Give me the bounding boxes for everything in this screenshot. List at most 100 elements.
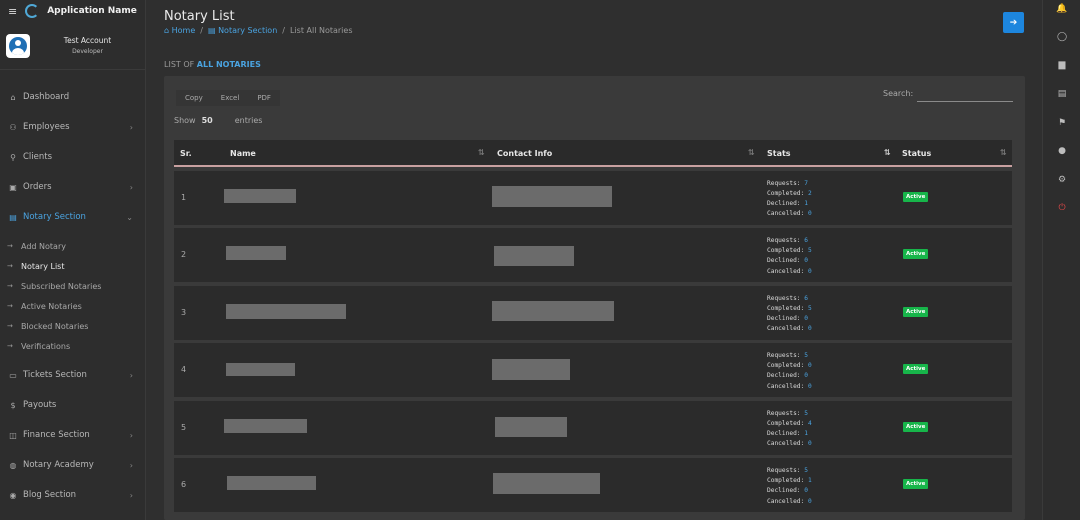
sidebar-subitem-add-notary[interactable]: → Add Notary [0,236,145,256]
sidebar-item-finance-section[interactable]: ◫ Finance Section › [0,420,145,450]
sidebar-item-tickets-section[interactable]: ▭ Tickets Section › [0,360,145,390]
stat-value: 0 [808,325,812,333]
row-stats: Requests: 7 Completed: 2 Declined: 1 Cancel… [767,179,812,220]
app-logo-icon [25,4,40,18]
sidebar-subitem-subscribed-notaries[interactable]: → Subscribed Notaries [0,276,145,296]
redacted-name [226,303,346,319]
chat-icon[interactable]: ▆ [1043,60,1080,70]
sidebar-item-blog-section[interactable]: ◉ Blog Section › [0,480,145,510]
gear-icon[interactable]: ⚙ [1043,175,1080,185]
stat-label: Declined: [767,487,801,495]
breadcrumb-home[interactable]: ⌂ Home [164,26,195,35]
sidebar-item-dashboard[interactable]: ⌂ Dashboard [0,82,145,112]
sidebar-item-employees[interactable]: ⚇ Employees › [0,112,145,142]
sidebar-subitem-notary-list[interactable]: → Notary List [0,256,145,276]
stat-label: Requests: [767,294,801,302]
arrow-right-icon: → [7,342,13,350]
sidebar: ≡ Application Name Test Account Develope… [0,0,146,520]
sidebar-subitem-label: Subscribed Notaries [21,281,102,291]
main-content: Notary List ⌂ Home / ▤ Notary Section / … [147,0,1041,520]
forward-button[interactable]: ➔ [1003,12,1024,33]
table-row[interactable]: 4 Requests: 5 Completed: 0 Declined: 0 Cance… [174,343,1012,397]
redacted-contact [493,473,600,494]
col-contact[interactable]: Contact Info [497,149,552,158]
table-row[interactable]: 2 Requests: 6 Completed: 5 Declined: 0 Cance… [174,228,1012,282]
redacted-contact [494,246,574,266]
pdf-button[interactable]: PDF [248,90,280,106]
search-label: Search: [883,89,914,98]
ticket-icon: ▭ [9,370,17,380]
hamburger-icon[interactable]: ≡ [8,5,17,18]
sort-desc-icon[interactable]: ⇅ [884,148,891,157]
copy-button[interactable]: Copy [176,90,212,106]
table-row[interactable]: 6 Requests: 5 Completed: 1 Declined: 0 Cance… [174,458,1012,512]
stat-label: Cancelled: [767,267,805,275]
row-sr: 3 [181,307,187,317]
sort-icon[interactable]: ⇅ [478,148,485,157]
section-label: LIST OF ALL NOTARIES [164,60,261,69]
sidebar-item-orders[interactable]: ▣ Orders › [0,172,145,202]
document-icon[interactable]: ▤ [1043,89,1080,99]
stat-label: Completed: [767,362,805,370]
home-icon: ⌂ [164,26,170,35]
row-stats: Requests: 5 Completed: 1 Declined: 0 Cancel… [767,466,812,507]
stat-value: 4 [808,419,812,427]
stat-label: Declined: [767,314,801,322]
sidebar-item-payouts[interactable]: $ Payouts [0,390,145,420]
stat-value: 7 [804,179,808,187]
stat-value: 2 [808,189,812,197]
col-sr[interactable]: Sr. [180,149,192,158]
table-row[interactable]: 1 Requests: 7 Completed: 2 Declined: 1 Cance… [174,170,1012,225]
sidebar-item-label: Finance Section [23,430,90,440]
stat-value: 0 [808,497,812,505]
stat-value: 1 [804,199,808,207]
breadcrumb-notary-section[interactable]: ▤ Notary Section [208,26,277,35]
status-badge: Active [903,306,929,317]
whatsapp-icon[interactable]: ◯ [1043,32,1080,42]
avatar [6,33,30,58]
breadcrumb-separator: / [282,26,285,35]
sidebar-subitem-blocked-notaries[interactable]: → Blocked Notaries [0,316,145,336]
redacted-name [224,188,296,203]
account-panel[interactable]: Test Account Developer [0,22,145,70]
col-status[interactable]: Status [902,149,931,158]
stat-value: 5 [808,304,812,312]
stat-label: Declined: [767,372,801,380]
sidebar-item-notary-section[interactable]: ▤ Notary Section ⌄ [0,202,145,232]
clients-icon: ⚲ [10,152,16,162]
stat-label: Completed: [767,247,805,255]
stat-label: Declined: [767,257,801,265]
table-row[interactable]: 5 Requests: 5 Completed: 4 Declined: 1 Cance… [174,400,1012,455]
sidebar-item-notary-academy[interactable]: ◍ Notary Academy › [0,450,145,480]
redacted-name [226,363,295,376]
status-badge: Active [903,364,929,374]
notary-icon: ▤ [207,26,216,35]
chevron-down-icon: ⌄ [126,212,133,222]
flag-icon[interactable]: ⚑ [1043,118,1080,128]
sidebar-item-clients[interactable]: ⚲ Clients [0,142,145,172]
sidebar-item-label: Payouts [23,400,57,410]
col-stats[interactable]: Stats [767,149,791,158]
user-icon[interactable]: ● [1043,146,1080,156]
right-rail: 🔔 ◯ ▆ ▤ ⚑ ● ⚙ ⏻ [1042,0,1080,520]
stat-label: Completed: [767,477,805,485]
stat-value: 0 [804,372,808,380]
sidebar-item-bulk-messages[interactable]: ✉Bulk Messages [0,510,145,520]
sidebar-subitem-verifications[interactable]: → Verifications [0,336,145,356]
entries-select[interactable]: 50 [202,116,213,125]
power-icon[interactable]: ⏻ [1043,203,1080,213]
table-row[interactable]: 3 Requests: 6 Completed: 5 Declined: 0 Cance… [174,285,1012,340]
entries-control: Show 50 entries [174,116,262,125]
sort-icon[interactable]: ⇅ [748,148,755,157]
stat-value: 1 [808,477,812,485]
search-input[interactable] [917,88,1013,102]
sidebar-item-label: Notary Academy [23,460,94,470]
excel-button[interactable]: Excel [212,90,249,106]
row-sr: 5 [181,422,187,432]
sidebar-item-label: Notary Section [23,212,86,222]
col-name[interactable]: Name [230,149,256,158]
stat-value: 0 [804,487,808,495]
bell-icon[interactable]: 🔔 [1043,4,1080,14]
sidebar-subitem-active-notaries[interactable]: → Active Notaries [0,296,145,316]
sort-icon[interactable]: ⇅ [1000,148,1007,157]
